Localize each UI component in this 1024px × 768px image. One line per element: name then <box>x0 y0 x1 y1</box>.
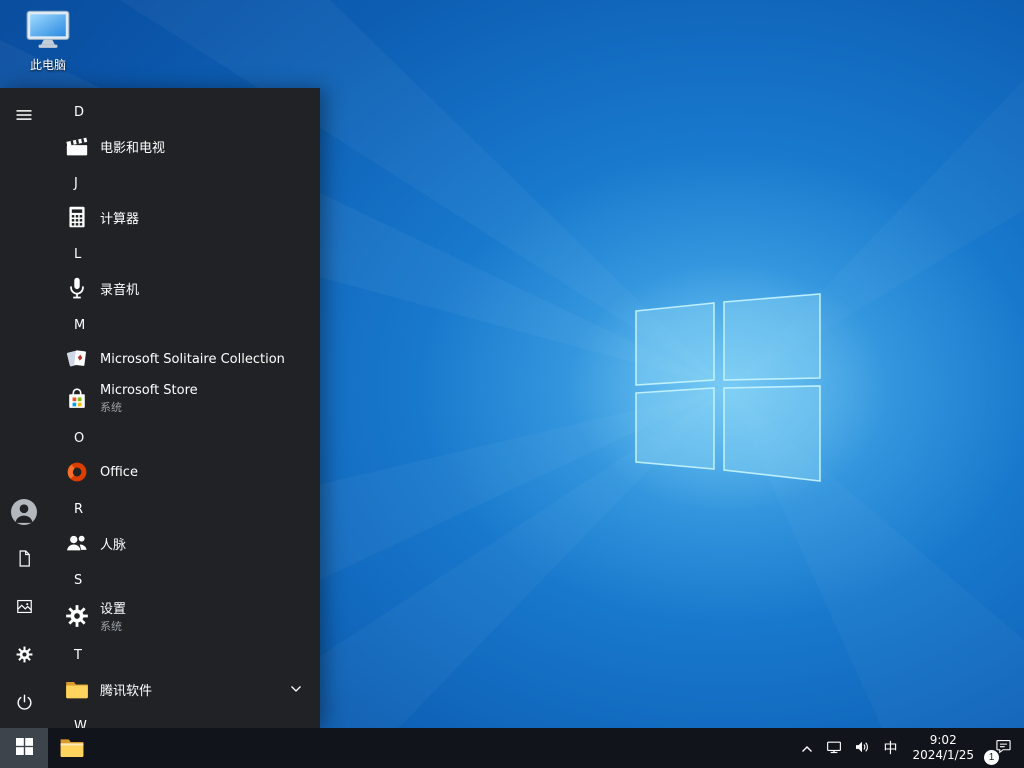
app-label: 电影和电视 <box>100 140 166 156</box>
section-letter-l[interactable]: L <box>48 239 320 269</box>
section-letter-label: L <box>74 246 82 262</box>
start-app-office[interactable]: Office <box>48 453 320 491</box>
network-ethernet-icon <box>825 738 843 759</box>
gear-icon <box>15 645 34 667</box>
taskbar: 中 9:02 2024/1/25 1 <box>0 728 1024 768</box>
hamburger-icon <box>15 106 33 127</box>
this-pc-icon <box>25 8 71 54</box>
action-center-button[interactable]: 1 <box>982 728 1024 768</box>
start-app-voice-recorder[interactable]: 录音机 <box>48 269 320 307</box>
section-letter-label: W <box>74 718 87 729</box>
voice-recorder-icon <box>62 275 92 301</box>
clock-time: 9:02 <box>929 733 957 747</box>
file-explorer-folder-icon <box>59 735 85 762</box>
section-letter-label: S <box>74 572 83 588</box>
people-icon <box>62 530 92 556</box>
clock-date: 2024/1/25 <box>912 748 974 762</box>
settings-gear-icon <box>62 603 92 629</box>
section-letter-label: M <box>74 317 86 333</box>
section-letter-m[interactable]: M <box>48 310 320 340</box>
app-label: Office <box>100 464 138 480</box>
section-letter-j[interactable]: J <box>48 168 320 198</box>
section-letter-w[interactable]: W <box>48 711 320 729</box>
start-app-calculator[interactable]: 计算器 <box>48 198 320 236</box>
section-letter-d[interactable]: D <box>48 97 320 127</box>
app-label: 设置 <box>100 602 127 617</box>
expand-menu-button[interactable] <box>0 92 48 140</box>
movies-tv-icon <box>62 133 92 159</box>
file-explorer-button[interactable] <box>48 728 96 768</box>
start-app-movies-tv[interactable]: 电影和电视 <box>48 127 320 165</box>
section-letter-label: O <box>74 430 85 446</box>
start-app-people[interactable]: 人脉 <box>48 524 320 562</box>
app-label: 腾讯软件 <box>100 683 153 699</box>
notification-badge: 1 <box>984 750 999 765</box>
documents-button[interactable] <box>0 536 48 584</box>
store-icon <box>62 386 92 412</box>
speaker-icon <box>853 738 871 759</box>
windows-logo-icon <box>15 738 33 758</box>
desktop-icon-label: 此电脑 <box>29 58 66 72</box>
desktop-icon-this-pc[interactable]: 此电脑 <box>12 8 84 73</box>
pictures-button[interactable] <box>0 584 48 632</box>
office-icon <box>62 459 92 485</box>
app-label: Microsoft Solitaire Collection <box>100 351 285 367</box>
start-menu-rail <box>0 88 48 728</box>
pictures-icon <box>15 597 34 619</box>
app-label: 计算器 <box>100 211 140 227</box>
volume-button[interactable] <box>848 728 876 768</box>
desktop: 此电脑 D 电影和电视 J 计算器 L 录音机 M Microsoft Soli… <box>0 0 1024 768</box>
chevron-up-icon <box>801 741 813 756</box>
account-button[interactable] <box>0 488 48 536</box>
start-menu: D 电影和电视 J 计算器 L 录音机 M Microsoft Solitair… <box>0 88 320 728</box>
power-icon <box>15 693 34 715</box>
section-letter-label: T <box>74 647 82 663</box>
app-sublabel: 系统 <box>100 620 122 633</box>
section-letter-r[interactable]: R <box>48 494 320 524</box>
section-letter-o[interactable]: O <box>48 423 320 453</box>
document-icon <box>15 549 34 571</box>
system-tray: 中 9:02 2024/1/25 1 <box>794 728 1024 768</box>
folder-icon <box>62 676 92 702</box>
power-button[interactable] <box>0 680 48 728</box>
ime-indicator-button[interactable]: 中 <box>876 728 904 768</box>
section-letter-t[interactable]: T <box>48 640 320 670</box>
app-label: 人脉 <box>100 537 127 553</box>
section-letter-s[interactable]: S <box>48 565 320 595</box>
show-hidden-icons-button[interactable] <box>794 728 820 768</box>
chevron-down-icon[interactable] <box>290 685 306 693</box>
section-letter-label: D <box>74 104 85 120</box>
start-button[interactable] <box>0 728 48 768</box>
solitaire-icon <box>62 346 92 372</box>
ime-label: 中 <box>883 740 898 756</box>
rail-spacer <box>0 140 48 488</box>
section-letter-label: R <box>74 501 84 517</box>
network-button[interactable] <box>820 728 848 768</box>
app-sublabel: 系统 <box>100 401 122 414</box>
calculator-icon <box>62 204 92 230</box>
start-menu-app-list: D 电影和电视 J 计算器 L 录音机 M Microsoft Solitair… <box>48 88 320 728</box>
app-label: 录音机 <box>100 282 140 298</box>
user-avatar-icon <box>11 499 37 525</box>
settings-button[interactable] <box>0 632 48 680</box>
section-letter-label: J <box>74 175 78 191</box>
start-app-microsoft-store[interactable]: Microsoft Store 系统 <box>48 378 320 420</box>
start-app-settings[interactable]: 设置 系统 <box>48 595 320 637</box>
taskbar-clock[interactable]: 9:02 2024/1/25 <box>904 728 982 768</box>
app-label: Microsoft Store <box>100 383 198 398</box>
start-app-solitaire[interactable]: Microsoft Solitaire Collection <box>48 340 320 378</box>
start-folder-tencent[interactable]: 腾讯软件 <box>48 670 320 708</box>
